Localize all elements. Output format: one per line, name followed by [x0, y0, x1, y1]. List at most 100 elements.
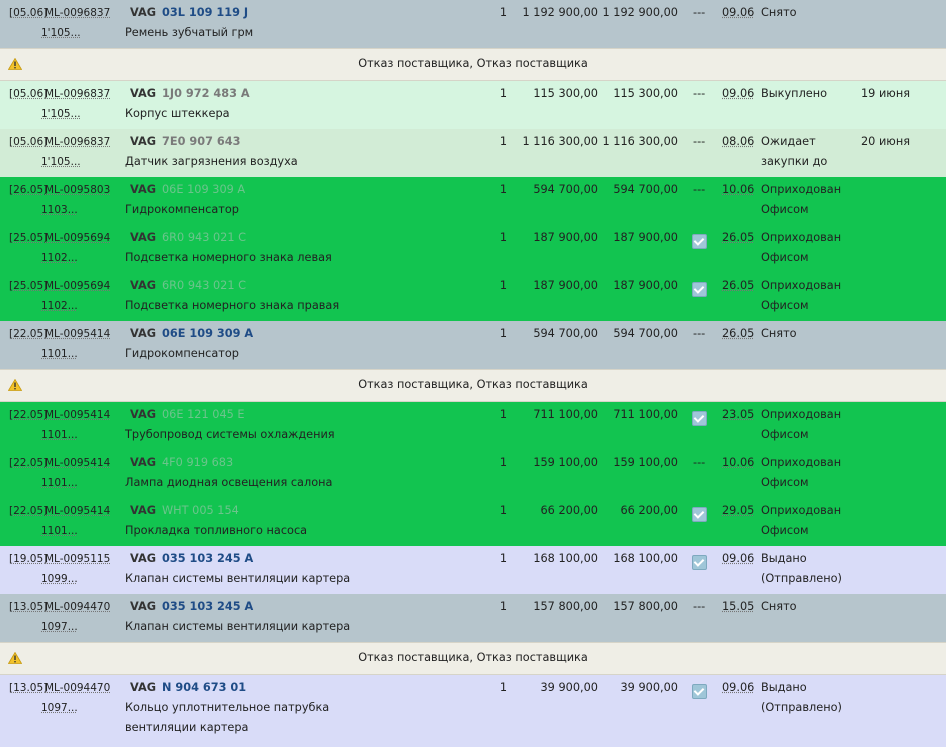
part-number[interactable]: WHT 005 154	[162, 504, 239, 517]
checkbox-checked[interactable]	[692, 234, 707, 249]
status-text: Выкуплено	[761, 87, 828, 100]
order-number[interactable]: ML-0094470	[45, 601, 110, 613]
suborder-link[interactable]: 1097...	[41, 702, 78, 714]
order-date[interactable]: [22.05]	[9, 457, 47, 469]
suborder-link[interactable]: 1101...	[41, 477, 78, 489]
suborder-link[interactable]: 1'105...	[41, 27, 81, 39]
table-row[interactable]: [25.05] ML-0095694 1102... VAG 6R0 943 021 C…	[0, 273, 946, 321]
order-date[interactable]: [22.05]	[9, 409, 47, 421]
order-number[interactable]: ML-0094470	[45, 682, 110, 694]
part-number[interactable]: N 904 673 01	[162, 681, 246, 694]
checkbox-checked[interactable]	[692, 555, 707, 570]
table-row[interactable]: [22.05] ML-0095414 1101... VAG 4F0 919 683 Ла…	[0, 450, 946, 498]
mark-dash: ---	[693, 600, 706, 613]
suborder-link[interactable]: 1102...	[41, 252, 78, 264]
table-row[interactable]: [22.05] ML-0095414 1101... VAG 06E 109 309 A…	[0, 321, 946, 369]
order-number[interactable]: ML-0095115	[45, 553, 110, 565]
table-row[interactable]: [13.05] ML-0094470 1097... VAG 035 103 245 A…	[0, 594, 946, 642]
order-date[interactable]: [05.06]	[9, 136, 47, 148]
table-row[interactable]: [19.05] ML-0095115 1099... VAG 035 103 245 A…	[0, 546, 946, 594]
delivery-date[interactable]: 09.06	[722, 552, 754, 565]
part-number[interactable]: 6R0 943 021 C	[162, 279, 246, 292]
suborder-link[interactable]: 1'105...	[41, 108, 81, 120]
part-number[interactable]: 6R0 943 021 C	[162, 231, 246, 244]
order-number[interactable]: ML-0095414	[45, 505, 110, 517]
order-date[interactable]: [13.05]	[9, 601, 47, 613]
unit-price: 1 116 300,00	[522, 135, 598, 148]
order-number[interactable]: ML-0095694	[45, 232, 110, 244]
extra-date: 19 июня	[861, 87, 910, 100]
order-number[interactable]: ML-0095803	[45, 184, 110, 196]
table-row[interactable]: [22.05] ML-0095414 1101... VAG 06E 121 045 E…	[0, 402, 946, 450]
checkbox-checked[interactable]	[692, 282, 707, 297]
order-number[interactable]: ML-0096837	[45, 136, 110, 148]
part-number[interactable]: 035 103 245 A	[162, 600, 253, 613]
order-date[interactable]: [25.05]	[9, 232, 47, 244]
delivery-date[interactable]: 26.05	[722, 231, 754, 244]
delivery-date[interactable]: 26.05	[722, 327, 754, 340]
part-number[interactable]: 06E 121 045 E	[162, 408, 245, 421]
suborder-link[interactable]: 1101...	[41, 348, 78, 360]
order-number[interactable]: ML-0096837	[45, 7, 110, 19]
delivery-date[interactable]: 29.05	[722, 504, 754, 517]
delivery-date[interactable]: 26.05	[722, 279, 754, 292]
delivery-date[interactable]: 09.06	[722, 681, 754, 694]
order-date[interactable]: [22.05]	[9, 505, 47, 517]
mark-dash: ---	[693, 327, 706, 340]
delivery-date[interactable]: 10.06	[722, 183, 754, 196]
table-row[interactable]: [22.05] ML-0095414 1101... VAG WHT 005 154 Пр…	[0, 498, 946, 546]
quantity: 1	[499, 87, 507, 100]
suborder-link[interactable]: 1103...	[41, 204, 78, 216]
suborder-link[interactable]: 1'105...	[41, 156, 81, 168]
brand-label: VAG	[130, 504, 156, 517]
part-number[interactable]: 06E 109 309 A	[162, 183, 245, 196]
quantity: 1	[499, 231, 507, 244]
part-number[interactable]: 7E0 907 643	[162, 135, 240, 148]
delivery-date[interactable]: 10.06	[722, 456, 754, 469]
order-number[interactable]: ML-0095694	[45, 280, 110, 292]
part-number[interactable]: 4F0 919 683	[162, 456, 233, 469]
order-number[interactable]: ML-0095414	[45, 328, 110, 340]
suborder-link[interactable]: 1102...	[41, 300, 78, 312]
status-text-line2: Офисом	[761, 299, 809, 312]
table-row[interactable]: [05.06] ML-0096837 1'105... VAG 03L 109 119 …	[0, 0, 946, 48]
order-date[interactable]: [05.06]	[9, 7, 47, 19]
order-date[interactable]: [05.06]	[9, 88, 47, 100]
part-name: Клапан системы вентиляции картера	[125, 620, 351, 633]
part-number[interactable]: 1J0 972 483 A	[162, 87, 250, 100]
table-row[interactable]: [26.05] ML-0095803 1103... VAG 06E 109 309 A…	[0, 177, 946, 225]
order-date[interactable]: [13.05]	[9, 682, 47, 694]
checkbox-checked[interactable]	[692, 507, 707, 522]
delivery-date[interactable]: 15.05	[722, 600, 754, 613]
status-text: Оприходован	[761, 408, 842, 421]
table-row[interactable]: [05.06] ML-0096837 1'105... VAG 7E0 907 643 Д…	[0, 129, 946, 177]
part-number[interactable]: 06E 109 309 A	[162, 327, 253, 340]
table-row[interactable]: [13.05] ML-0094470 1097... VAG N 904 673 01 К…	[0, 675, 946, 747]
order-number[interactable]: ML-0095414	[45, 457, 110, 469]
suborder-link[interactable]: 1101...	[41, 429, 78, 441]
part-number[interactable]: 03L 109 119 J	[162, 6, 248, 19]
order-number[interactable]: ML-0096837	[45, 88, 110, 100]
checkbox-checked[interactable]	[692, 684, 707, 699]
quantity: 1	[499, 183, 507, 196]
order-date[interactable]: [19.05]	[9, 553, 47, 565]
suborder-link[interactable]: 1101...	[41, 525, 78, 537]
delivery-date[interactable]: 09.06	[722, 6, 754, 19]
part-number[interactable]: 035 103 245 A	[162, 552, 253, 565]
order-date[interactable]: [25.05]	[9, 280, 47, 292]
order-date[interactable]: [26.05]	[9, 184, 47, 196]
order-number[interactable]: ML-0095414	[45, 409, 110, 421]
suborder-link[interactable]: 1097...	[41, 621, 78, 633]
order-date[interactable]: [22.05]	[9, 328, 47, 340]
delivery-date[interactable]: 08.06	[722, 135, 754, 148]
delivery-date[interactable]: 23.05	[722, 408, 754, 421]
checkbox-checked[interactable]	[692, 411, 707, 426]
status-text: Оприходован	[761, 231, 842, 244]
table-row[interactable]: [05.06] ML-0096837 1'105... VAG 1J0 972 483 …	[0, 81, 946, 129]
status-text: Снято	[761, 327, 797, 340]
brand-label: VAG	[130, 456, 156, 469]
suborder-link[interactable]: 1099...	[41, 573, 78, 585]
delivery-date[interactable]: 09.06	[722, 87, 754, 100]
quantity: 1	[499, 600, 507, 613]
table-row[interactable]: [25.05] ML-0095694 1102... VAG 6R0 943 021 C…	[0, 225, 946, 273]
